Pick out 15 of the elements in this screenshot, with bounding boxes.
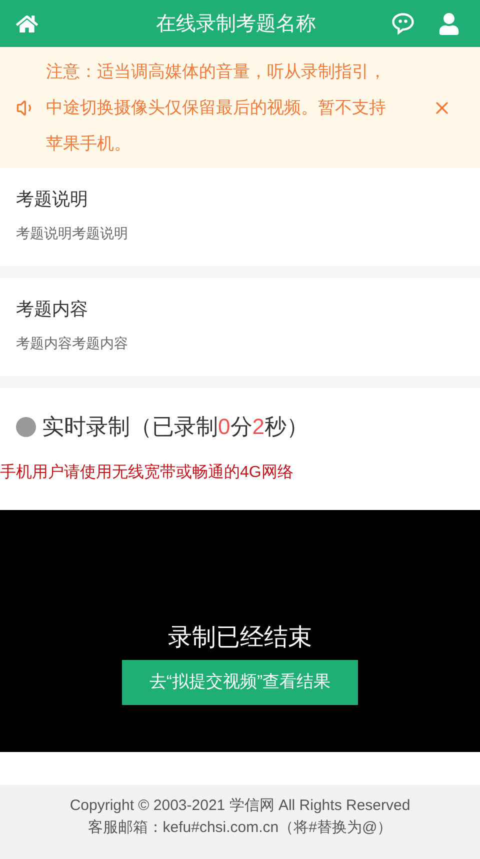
page-title: 在线录制考题名称 bbox=[155, 12, 317, 36]
view-result-button[interactable]: 去“拟提交视频”查看结果 bbox=[122, 660, 358, 704]
section-title: 考题内容 bbox=[16, 298, 89, 321]
notice-text: 注意：适当调高媒体的音量，听从录制指引，中途切换摄像头仅保留最后的视频。暂不支持苹果手机。 bbox=[46, 60, 387, 154]
recording-title: 实时录制（已录制0分2秒） bbox=[42, 413, 308, 441]
section-text: 考题说明考题说明 bbox=[16, 224, 129, 243]
footer-text: Copyright © 2003-2021 学信网 All Rights Reserved bbox=[70, 796, 410, 816]
footer-text: 客服邮箱：kefu#chsi.com.cn（将#替换为@） bbox=[88, 818, 392, 838]
home-icon[interactable] bbox=[16, 12, 38, 34]
network-warning: 手机用户请使用无线宽带或畅通的4G网络 bbox=[0, 462, 294, 483]
video-message: 录制已经结束 bbox=[168, 622, 312, 652]
chat-icon[interactable] bbox=[390, 10, 416, 36]
section-title: 考题说明 bbox=[16, 188, 89, 211]
section-text: 考题内容考题内容 bbox=[16, 334, 129, 353]
user-icon[interactable] bbox=[438, 12, 460, 34]
